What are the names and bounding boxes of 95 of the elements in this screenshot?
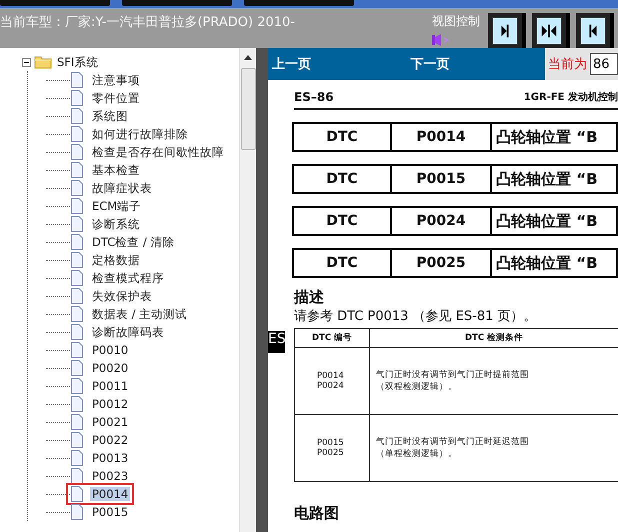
arrows-inward-icon <box>540 22 558 40</box>
document-icon <box>70 162 84 178</box>
document-icon <box>70 72 84 88</box>
table-cell-text: 气门正时没有调节到气门正时提前范围 <box>376 369 530 381</box>
column-header: DTC 编号 <box>294 328 370 348</box>
tree-item[interactable]: 定格数据 <box>90 252 142 268</box>
tree-item[interactable]: 诊断故障码表 <box>90 324 166 340</box>
next-page-link[interactable]: 下一页 <box>406 55 545 73</box>
tree-item[interactable]: 检查是否存在间歇性故障 <box>90 144 226 160</box>
tree-item[interactable]: 故障症状表 <box>90 180 154 196</box>
document-icon <box>70 486 84 502</box>
view-control-label: 视图控制 <box>432 13 480 30</box>
column-header: DTC 检测条件 <box>370 328 618 348</box>
table-cell-text: （单程检测逻辑）。 <box>376 448 458 460</box>
table-cell: DTC <box>294 250 392 276</box>
document-icon <box>70 90 84 106</box>
table-cell-text: 凸轮轴位置 “B <box>495 210 599 232</box>
tree-item[interactable]: ECM端子 <box>90 198 144 214</box>
tree-item[interactable]: P0023 <box>90 469 130 483</box>
table-cell: P0014 <box>392 124 492 150</box>
table-cell-text: P0015 <box>317 438 345 448</box>
tree-item[interactable]: 检查模式程序 <box>90 270 166 286</box>
table-cell: DTC <box>294 124 392 150</box>
tree-item[interactable]: SFI系统 <box>55 54 100 70</box>
document-icon <box>70 288 84 304</box>
table-cell-text: P0025 <box>317 448 345 458</box>
document-icon <box>70 234 84 250</box>
document-icon <box>70 198 84 214</box>
view-button[interactable] <box>576 13 614 49</box>
tree-item[interactable]: 系统图 <box>90 108 130 124</box>
document-icon <box>70 216 84 232</box>
table-cell: P0025 <box>392 250 492 276</box>
scroll-thumb[interactable] <box>240 68 256 150</box>
tab[interactable] <box>244 0 354 6</box>
description-text: 请参考 DTC P0013 （参见 ES-81 页）。 <box>294 308 538 325</box>
folder-icon <box>34 55 52 69</box>
tree-item[interactable]: DTC检查 / 清除 <box>90 234 176 250</box>
document-icon <box>70 108 84 124</box>
document-icon <box>70 468 84 484</box>
tree-item[interactable]: P0012 <box>90 397 130 411</box>
document-icon <box>70 180 84 196</box>
document-icon <box>70 396 84 412</box>
tree-item[interactable]: 数据表 / 主动测试 <box>90 306 190 322</box>
tree-item[interactable]: 零件位置 <box>90 90 142 106</box>
vehicle-title: 当前车型：厂家:Y-一汽丰田普拉多(PRADO) 2010- <box>0 14 296 31</box>
tree-item[interactable]: P0014 <box>90 487 130 501</box>
document-icon <box>70 144 84 160</box>
table-cell-text: （双程检测逻辑）。 <box>376 381 458 393</box>
tree-item[interactable]: P0015 <box>90 505 130 519</box>
tree-item[interactable]: P0021 <box>90 415 130 429</box>
view-button[interactable] <box>488 13 526 49</box>
tab[interactable] <box>122 0 232 6</box>
table-cell-text: 凸轮轴位置 “B <box>495 126 599 148</box>
tree-item[interactable]: P0022 <box>90 433 130 447</box>
tree-item[interactable]: P0011 <box>90 379 130 393</box>
document-icon <box>70 432 84 448</box>
table-cell-text: P0024 <box>317 381 345 391</box>
tree-item[interactable]: 注意事项 <box>90 72 142 88</box>
tree-item[interactable]: P0013 <box>90 451 130 465</box>
tree-item[interactable]: P0020 <box>90 361 130 375</box>
collapse-toggle[interactable] <box>22 58 31 66</box>
tree-item[interactable]: 失效保护表 <box>90 288 154 304</box>
prev-page-link[interactable]: 上一页 <box>268 55 406 73</box>
document-icon <box>70 324 84 340</box>
table-cell-text: 凸轮轴位置 “B <box>495 252 599 274</box>
tree-item[interactable]: 如何进行故障排除 <box>90 126 190 142</box>
tree-item[interactable]: 基本检查 <box>90 162 142 178</box>
view-button[interactable] <box>532 13 570 49</box>
table-cell: P0024 <box>392 208 492 234</box>
table-cell-text: P0014 <box>317 371 345 381</box>
document-icon <box>70 270 84 286</box>
tree-item[interactable]: P0010 <box>90 343 130 357</box>
document-icon <box>70 360 84 376</box>
table-cell: P0015 <box>392 166 492 192</box>
table-cell-text: 凸轮轴位置 “B <box>495 168 599 190</box>
table-cell-text: 气门正时没有调节到气门正时延迟范围 <box>376 436 530 448</box>
page-number: ES–86 <box>294 90 334 104</box>
document-icon <box>70 414 84 430</box>
document-icon <box>70 306 84 322</box>
table-cell: DTC <box>294 166 392 192</box>
document-icon <box>70 504 84 520</box>
document-icon <box>70 342 84 358</box>
tree-item[interactable]: 诊断系统 <box>90 216 142 232</box>
current-page-label: 当前为 <box>548 56 587 73</box>
document-icon <box>70 378 84 394</box>
page-number-field[interactable]: 86 <box>590 53 618 75</box>
scrollbar[interactable] <box>239 48 256 532</box>
table-cell: DTC <box>294 208 392 234</box>
document-icon <box>70 126 84 142</box>
document-icon <box>70 252 84 268</box>
section-heading: 电路图 <box>294 504 340 523</box>
document-icon <box>70 450 84 466</box>
section-heading: 描述 <box>294 288 325 307</box>
section-title: 1GR-FE 发动机控制 <box>524 90 618 104</box>
tab[interactable] <box>0 0 110 6</box>
